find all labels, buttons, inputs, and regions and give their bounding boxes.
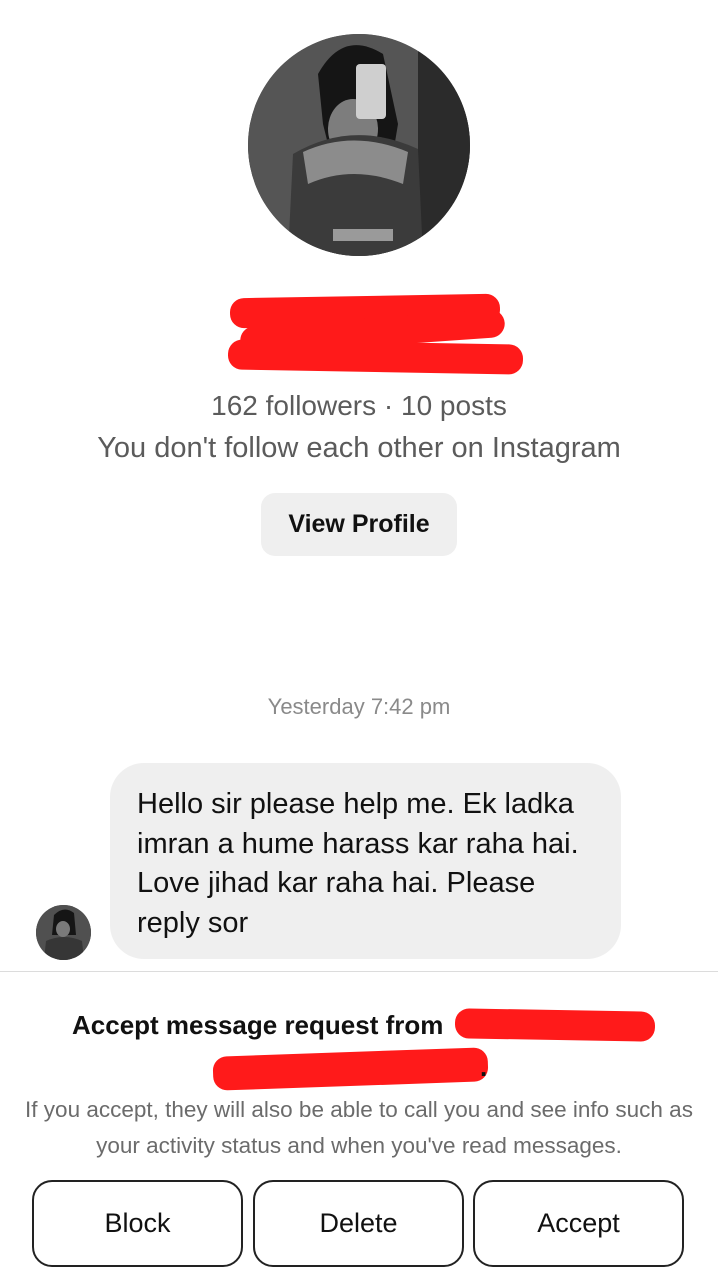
block-button[interactable]: Block [32,1180,243,1267]
sender-avatar-silhouette [36,905,91,960]
accept-request-title: Accept message request from [72,1010,444,1040]
message-timestamp: Yesterday 7:42 pm [267,694,451,719]
view-profile-button[interactable]: View Profile [261,493,457,556]
avatar-photo-silhouette [248,34,470,256]
divider [0,971,718,972]
accept-button[interactable]: Accept [473,1180,684,1267]
sender-avatar[interactable] [36,905,91,960]
follower-post-count: 162 followers · 10 posts [211,390,507,421]
message-bubble[interactable]: Hello sir please help me. Ek ladka imran… [110,763,621,959]
request-title-period: . [480,1052,488,1082]
follow-status-note: You don't follow each other on Instagram [97,432,621,464]
profile-avatar[interactable] [248,34,470,256]
delete-button[interactable]: Delete [253,1180,464,1267]
accept-info-text: If you accept, they will also be able to… [25,1097,693,1158]
